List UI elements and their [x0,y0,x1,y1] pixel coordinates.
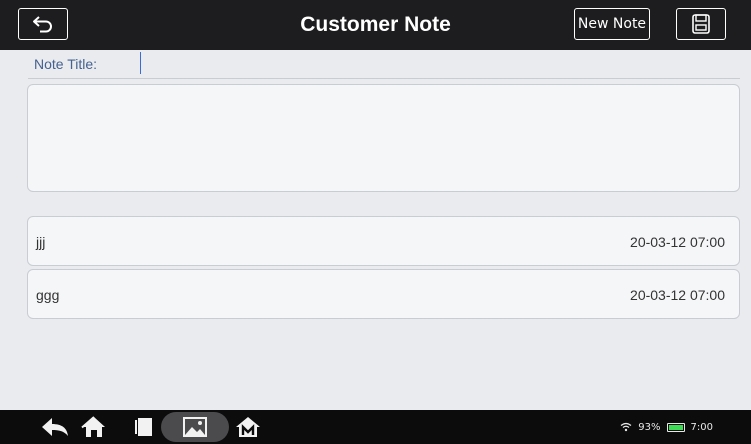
back-arrow-icon [33,16,52,33]
note-list-item[interactable]: ggg 20-03-12 07:00 [27,269,740,319]
note-item-title: ggg [36,287,60,303]
title-bar: Customer Note New Note [0,0,751,50]
note-content-textarea[interactable] [27,84,740,192]
wifi-icon [620,422,632,432]
save-button[interactable] [676,8,726,40]
floppy-disk-icon [692,14,710,34]
status-area: 93% 7:00 [620,410,713,444]
gallery-icon[interactable] [182,415,208,439]
m-home-icon[interactable] [235,415,261,439]
battery-icon [666,422,685,432]
note-title-label: Note Title: [34,56,98,72]
back-button[interactable] [18,8,68,40]
note-title-input[interactable] [140,52,743,74]
note-item-title: jjj [36,234,46,250]
home-icon[interactable] [81,415,107,439]
note-list-item[interactable]: jjj 20-03-12 07:00 [27,216,740,266]
note-item-date: 20-03-12 07:00 [630,287,725,303]
recents-icon[interactable] [133,415,155,439]
back-icon[interactable] [40,415,70,439]
note-title-row: Note Title: [28,52,743,79]
system-navigation-bar: 93% 7:00 [0,410,751,444]
clock: 7:00 [690,421,713,433]
battery-percent: 93% [638,421,661,433]
new-note-button[interactable]: New Note [574,8,650,40]
note-item-date: 20-03-12 07:00 [630,234,725,250]
